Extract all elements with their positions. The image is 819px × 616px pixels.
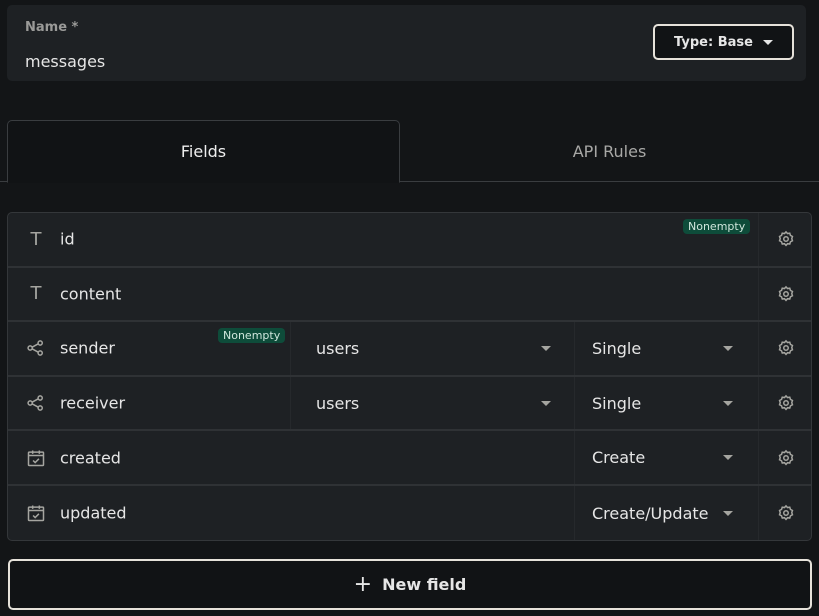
tab-fields[interactable]: Fields (7, 120, 400, 183)
autodate-select[interactable]: Create/Update (574, 486, 758, 541)
type-label: Type: Base (674, 35, 753, 50)
select-value: Single (592, 394, 641, 413)
max-select[interactable]: Single (574, 322, 758, 375)
relation-icon (26, 338, 46, 358)
caret-down-icon (723, 401, 733, 406)
field-name[interactable]: receiver (60, 394, 125, 413)
field-name[interactable]: sender (60, 339, 115, 358)
field-row-sender[interactable]: sender Nonempty users Single (8, 322, 811, 377)
collection-select[interactable]: users (290, 322, 574, 375)
caret-down-icon (723, 346, 733, 351)
collection-name-field[interactable]: Name * messages Type: Base (7, 5, 806, 81)
tab-api-rules[interactable]: API Rules (400, 120, 819, 182)
collection-value: users (316, 339, 359, 358)
caret-down-icon (541, 346, 551, 351)
nonempty-badge: Nonempty (683, 219, 750, 234)
new-field-label: New field (382, 575, 466, 594)
gear-icon (777, 339, 795, 357)
gear-icon (777, 504, 795, 522)
select-value: Create (592, 448, 645, 467)
max-select[interactable]: Single (574, 377, 758, 430)
collection-select[interactable]: users (290, 377, 574, 430)
type-dropdown-button[interactable]: Type: Base (653, 24, 794, 60)
field-row-created[interactable]: created Create (8, 431, 811, 486)
collection-value: users (316, 394, 359, 413)
gear-icon (777, 285, 795, 303)
fields-table: T id Nonempty T content sender Nonempty … (7, 212, 812, 541)
caret-down-icon (763, 40, 773, 45)
field-row-updated[interactable]: updated Create/Update (8, 486, 811, 541)
autodate-select[interactable]: Create (574, 431, 758, 484)
field-name[interactable]: content (60, 284, 121, 303)
field-name[interactable]: updated (60, 504, 127, 523)
field-row-receiver[interactable]: receiver users Single (8, 377, 811, 432)
caret-down-icon (723, 455, 733, 460)
tabs: Fields API Rules (0, 120, 819, 182)
field-settings-button[interactable] (758, 377, 812, 430)
name-input[interactable]: messages (25, 52, 105, 71)
new-field-button[interactable]: + New field (8, 559, 812, 610)
nonempty-badge: Nonempty (218, 328, 285, 343)
caret-down-icon (541, 401, 551, 406)
relation-icon (26, 393, 46, 413)
field-row-content[interactable]: T content (8, 268, 811, 323)
field-name[interactable]: created (60, 448, 121, 467)
field-settings-button[interactable] (758, 322, 812, 375)
select-value: Create/Update (592, 504, 709, 523)
field-settings-button[interactable] (758, 268, 812, 321)
field-row-id[interactable]: T id Nonempty (8, 213, 811, 268)
text-icon: T (26, 284, 46, 304)
field-name[interactable]: id (60, 230, 75, 249)
plus-icon: + (354, 572, 372, 597)
calendar-check-icon (26, 503, 46, 523)
text-icon: T (26, 229, 46, 249)
field-settings-button[interactable] (758, 486, 812, 541)
gear-icon (777, 230, 795, 248)
name-label: Name * (25, 20, 78, 35)
select-value: Single (592, 339, 641, 358)
field-settings-button[interactable] (758, 213, 812, 266)
gear-icon (777, 449, 795, 467)
caret-down-icon (723, 511, 733, 516)
calendar-check-icon (26, 448, 46, 468)
gear-icon (777, 394, 795, 412)
field-settings-button[interactable] (758, 431, 812, 484)
